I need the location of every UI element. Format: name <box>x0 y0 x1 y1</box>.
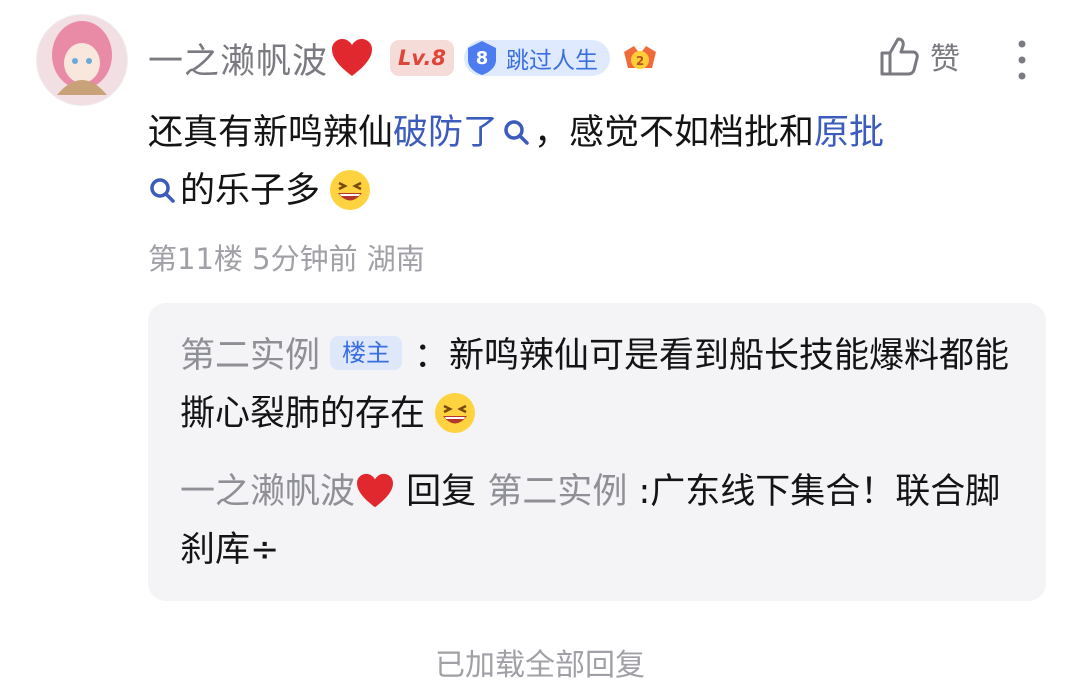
search-icon <box>150 178 175 203</box>
like-label: 赞 <box>930 42 960 77</box>
topic-link-1[interactable]: 破防了 <box>393 113 534 153</box>
post-meta: 第11楼 5分钟前 湖南 <box>148 242 425 276</box>
reply-author[interactable]: 第二实例 <box>180 336 320 376</box>
reply-author[interactable]: 一之濑帆波 <box>180 472 355 512</box>
thumbs-up-icon <box>880 37 919 76</box>
post-header: 一之濑帆波 Lv.8 8 跳过人生 2 <box>148 32 660 84</box>
grin-emoji-icon <box>330 170 371 210</box>
post-content: 还真有新鸣辣仙破防了 ，感觉不如档批和原批 的乐子多 <box>148 104 1048 220</box>
fan-badge[interactable]: 8 跳过人生 <box>463 40 610 76</box>
medal-icon: 2 <box>623 46 656 69</box>
content-text: 还真有新鸣辣仙 <box>148 113 394 153</box>
search-icon <box>504 120 529 145</box>
like-button[interactable]: 赞 <box>878 34 960 78</box>
content-text: ，感觉不如档批和 <box>534 113 815 153</box>
fan-level: 8 <box>475 47 489 69</box>
heart-icon <box>357 473 394 508</box>
content-text: 的乐子多 <box>180 171 321 211</box>
username[interactable]: 一之濑帆波 <box>148 33 374 84</box>
load-status: 已加载全部回复 <box>435 648 645 683</box>
username-text[interactable]: 一之濑帆波 <box>148 33 328 84</box>
fan-title: 跳过人生 <box>505 48 598 74</box>
reply-item[interactable]: 第二实例 楼主 ：新鸣辣仙可是看到船长技能爆料都能撕心裂肺的存在 <box>180 327 1020 443</box>
fan-shield-icon: 8 <box>466 40 498 76</box>
more-vertical-icon[interactable] <box>1008 38 1036 82</box>
reply-word: 回复 <box>406 472 477 512</box>
reply-target[interactable]: 第二实例 <box>487 472 627 512</box>
reply-box[interactable]: 第二实例 楼主 ：新鸣辣仙可是看到船长技能爆料都能撕心裂肺的存在 一之濑帆波 回复 … <box>148 303 1046 601</box>
grin-emoji-icon <box>435 393 476 433</box>
svg-text:2: 2 <box>636 54 644 68</box>
avatar[interactable] <box>36 14 128 106</box>
level-badge: Lv.8 <box>390 40 454 76</box>
op-tag: 楼主 <box>330 336 403 370</box>
reply-item[interactable]: 一之濑帆波 回复 第二实例 :广东线下集合！联合脚刹库÷ <box>180 463 1020 579</box>
heart-icon <box>332 39 373 76</box>
